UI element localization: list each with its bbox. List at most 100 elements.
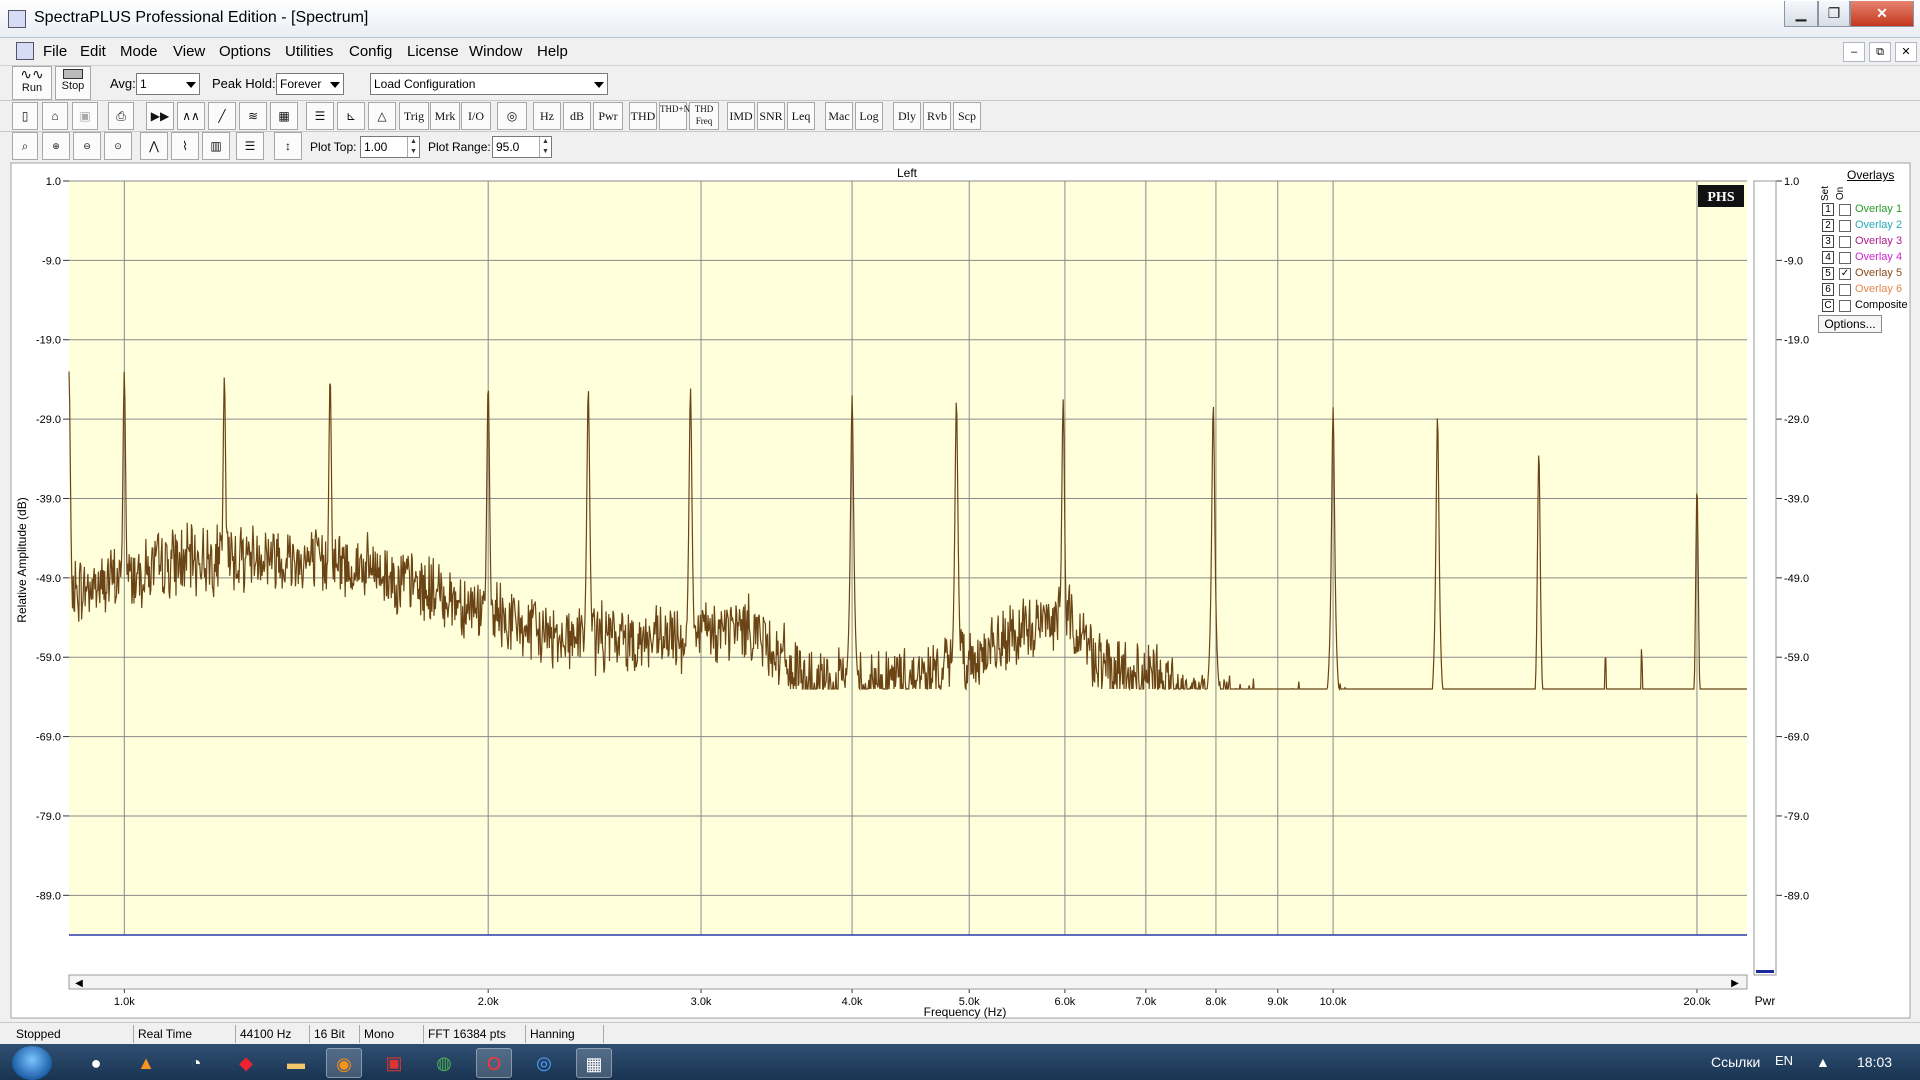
thd-n-button[interactable]: THD+N xyxy=(659,102,690,130)
zoom-full-icon[interactable]: ⊙ xyxy=(104,132,132,160)
scope-button[interactable]: Scp xyxy=(953,102,981,130)
plot-top-input[interactable]: 1.00 ▲ ▼ xyxy=(360,136,420,158)
overlay-set-button[interactable]: 4 xyxy=(1822,251,1834,264)
run-button[interactable]: ∿∿ Run xyxy=(12,66,52,100)
trig-button[interactable]: Trig xyxy=(399,102,429,130)
vertical-range-icon[interactable]: ↕ xyxy=(274,132,302,160)
close-button[interactable]: ✕ xyxy=(1850,1,1914,27)
peak-hold-select[interactable]: Forever xyxy=(276,73,344,95)
menu-utilities[interactable]: Utilities xyxy=(285,43,333,60)
mdi-minimize-button[interactable]: – xyxy=(1843,42,1865,62)
stop-button[interactable]: Stop xyxy=(55,66,91,100)
print-icon[interactable]: ⎙ xyxy=(108,102,134,130)
spectrum-mode-icon[interactable]: ∧∧ xyxy=(177,102,205,130)
overlay-set-button[interactable]: 2 xyxy=(1822,219,1834,232)
sawtooth-icon[interactable]: ╱ xyxy=(208,102,236,130)
imd-button[interactable]: IMD xyxy=(727,102,755,130)
thd-freq-button[interactable]: THD Freq xyxy=(689,102,719,130)
scroll-right-icon[interactable]: ▶ xyxy=(1731,978,1739,989)
tray-expand-icon[interactable]: ▲ xyxy=(1816,1054,1830,1070)
menu-options[interactable]: Options xyxy=(219,43,271,60)
menu-edit[interactable]: Edit xyxy=(80,43,106,60)
avg-select[interactable]: 1 xyxy=(136,73,200,95)
overlay-checkbox[interactable] xyxy=(1839,220,1851,232)
marker-button[interactable]: Mrk xyxy=(430,102,460,130)
spectrogram-icon[interactable]: ▦ xyxy=(270,102,298,130)
open-folder-icon[interactable]: ⌂ xyxy=(42,102,68,130)
vlc-icon[interactable]: ▲ xyxy=(128,1048,164,1078)
app-red-icon[interactable]: ▣ xyxy=(376,1048,412,1078)
spinner-arrows-icon[interactable]: ▲ ▼ xyxy=(407,137,419,157)
overlay-checkbox[interactable] xyxy=(1839,300,1851,312)
horizontal-scrollbar[interactable] xyxy=(68,974,1748,990)
chrome-icon[interactable]: ◍ xyxy=(426,1048,462,1078)
media-icon[interactable]: ◔ xyxy=(178,1048,214,1078)
media-player-icon[interactable]: ● xyxy=(78,1048,114,1078)
zoom-icon[interactable]: ⌕ xyxy=(12,132,38,160)
delay-button[interactable]: Dly xyxy=(893,102,921,130)
document-icon[interactable] xyxy=(16,42,34,60)
generator-icon[interactable]: ◎ xyxy=(497,102,527,130)
plot-range-input[interactable]: 95.0 ▲ ▼ xyxy=(492,136,552,158)
io-button[interactable]: I/O xyxy=(461,102,491,130)
zoom-out-icon[interactable]: ⊖ xyxy=(73,132,101,160)
configuration-select[interactable]: Load Configuration xyxy=(370,73,608,95)
axis-icon[interactable]: ⊾ xyxy=(337,102,365,130)
overlay-set-button[interactable]: 5 xyxy=(1822,267,1834,280)
zoom-in-icon[interactable]: ⊕ xyxy=(42,132,70,160)
db-button[interactable]: dB xyxy=(563,102,591,130)
overlay-set-button[interactable]: 1 xyxy=(1822,203,1834,216)
overlay-set-button[interactable]: 3 xyxy=(1822,235,1834,248)
menu-license[interactable]: License xyxy=(407,43,459,60)
mdi-restore-button[interactable]: ⧉ xyxy=(1869,42,1891,62)
spectraplus-taskbar-icon[interactable]: ▦ xyxy=(576,1048,612,1078)
menu-help[interactable]: Help xyxy=(537,43,568,60)
snr-button[interactable]: SNR xyxy=(757,102,785,130)
menu-view[interactable]: View xyxy=(173,43,205,60)
waterfall-icon[interactable]: ≋ xyxy=(239,102,267,130)
start-button[interactable] xyxy=(12,1046,52,1080)
scroll-left-icon[interactable]: ◀ xyxy=(75,978,83,989)
browser-icon[interactable]: ◎ xyxy=(526,1048,562,1078)
settings-panel-icon[interactable]: ☰ xyxy=(306,102,334,130)
bar-plot-icon[interactable]: ▥ xyxy=(202,132,230,160)
overlay-checkbox[interactable] xyxy=(1839,236,1851,248)
app-icon[interactable] xyxy=(8,10,26,28)
opera-icon[interactable]: O xyxy=(476,1048,512,1078)
save-icon[interactable]: ▣ xyxy=(72,102,98,130)
fast-forward-icon[interactable]: ▶▶ xyxy=(146,102,174,130)
maximize-button[interactable]: ❐ xyxy=(1818,1,1850,27)
power-button[interactable]: Pwr xyxy=(593,102,623,130)
spinner-arrows-icon[interactable]: ▲ ▼ xyxy=(539,137,551,157)
new-file-icon[interactable]: ▯ xyxy=(12,102,38,130)
overlay-set-button[interactable]: 6 xyxy=(1822,283,1834,296)
log-button[interactable]: Log xyxy=(855,102,883,130)
overlay-set-button[interactable]: C xyxy=(1822,299,1834,312)
overlay-options-button[interactable]: Options... xyxy=(1818,315,1882,333)
leq-button[interactable]: Leq xyxy=(787,102,815,130)
links-toolbar[interactable]: Ссылки xyxy=(1711,1054,1760,1070)
line-plot-icon[interactable]: ⌇ xyxy=(171,132,199,160)
overlay-checkbox[interactable] xyxy=(1839,252,1851,264)
weighting-icon[interactable]: △ xyxy=(368,102,396,130)
overlay-checkbox[interactable] xyxy=(1839,284,1851,296)
spectrum-chart[interactable]: 1.0 -9.0 -19.0 -29.0 -39.0 -49.0 -59.0 -69.0 -79… xyxy=(0,160,1920,1022)
mdi-close-button[interactable]: ✕ xyxy=(1895,42,1917,62)
menu-window[interactable]: Window xyxy=(469,43,522,60)
list-icon[interactable]: ☰ xyxy=(236,132,264,160)
language-indicator[interactable]: EN xyxy=(1775,1053,1793,1068)
overlay-checkbox[interactable] xyxy=(1839,204,1851,216)
firefox-icon[interactable]: ◉ xyxy=(326,1048,362,1078)
minimize-button[interactable]: ▁ xyxy=(1784,1,1818,27)
menu-config[interactable]: Config xyxy=(349,43,392,60)
macro-button[interactable]: Mac xyxy=(825,102,853,130)
folder-icon[interactable]: ▬ xyxy=(278,1048,314,1078)
menu-mode[interactable]: Mode xyxy=(120,43,158,60)
reverb-button[interactable]: Rvb xyxy=(923,102,951,130)
menu-file[interactable]: File xyxy=(43,43,67,60)
hz-button[interactable]: Hz xyxy=(533,102,561,130)
peak-shape-icon[interactable]: ⋀ xyxy=(140,132,168,160)
thd-button[interactable]: THD xyxy=(629,102,657,130)
overlay-checkbox[interactable]: ✓ xyxy=(1839,268,1851,280)
acrobat-icon[interactable]: ◆ xyxy=(228,1048,264,1078)
